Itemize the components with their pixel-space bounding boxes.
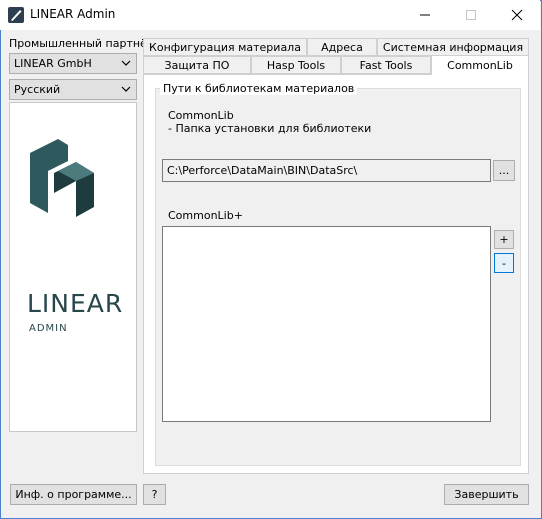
chevron-down-icon xyxy=(121,86,131,92)
maximize-button[interactable] xyxy=(448,0,494,30)
logo-panel: LINEAR ADMIN xyxy=(9,102,137,432)
tab-material-config[interactable]: Конфигурация материала xyxy=(143,38,307,56)
commonlib-path-value: C:\Perforce\DataMain\BIN\DataSrc\ xyxy=(167,164,358,177)
commonlib-plus-list[interactable] xyxy=(162,226,491,422)
tab-software-protection[interactable]: Защита ПО xyxy=(143,56,251,74)
logo-subtext: ADMIN xyxy=(29,323,68,334)
commonlib-description: - Папка установки для библиотеки xyxy=(168,122,372,135)
maximize-icon xyxy=(466,10,476,20)
tab-hasp-tools[interactable]: Hasp Tools xyxy=(251,56,341,74)
logo-text: LINEAR xyxy=(27,289,124,318)
help-button[interactable]: ? xyxy=(143,484,166,505)
remove-path-button[interactable]: - xyxy=(494,253,514,273)
about-button[interactable]: Инф. о программе... xyxy=(10,484,137,505)
partner-select[interactable]: LINEAR GmbH xyxy=(9,53,137,74)
close-button[interactable] xyxy=(494,0,540,30)
tab-fast-tools[interactable]: Fast Tools xyxy=(341,56,431,74)
linear-logo-icon xyxy=(30,139,94,217)
minimize-icon xyxy=(420,14,430,16)
tab-system-info[interactable]: Системная информация xyxy=(377,38,529,56)
chevron-down-icon xyxy=(121,60,131,66)
app-icon xyxy=(8,7,24,23)
minimize-button[interactable] xyxy=(402,0,448,30)
commonlib-path-field[interactable]: C:\Perforce\DataMain\BIN\DataSrc\ xyxy=(162,159,491,182)
add-path-button[interactable]: + xyxy=(494,230,514,249)
group-title: Пути к библиотекам материалов xyxy=(160,82,358,95)
tab-commonlib[interactable]: CommonLib xyxy=(431,55,529,75)
finish-button[interactable]: Завершить xyxy=(444,484,529,505)
commonlib-plus-label: CommonLib+ xyxy=(168,209,243,222)
partner-label: Промышленный партнёр xyxy=(9,37,154,50)
commonlib-label: CommonLib xyxy=(168,109,234,122)
partner-select-value: LINEAR GmbH xyxy=(14,57,92,70)
language-select-value: Русский xyxy=(14,83,61,96)
language-select[interactable]: Русский xyxy=(9,79,137,100)
tab-addresses[interactable]: Адреса xyxy=(307,38,377,56)
window-title: LINEAR Admin xyxy=(30,7,116,21)
close-icon xyxy=(511,9,523,21)
browse-button[interactable]: ... xyxy=(493,160,515,181)
